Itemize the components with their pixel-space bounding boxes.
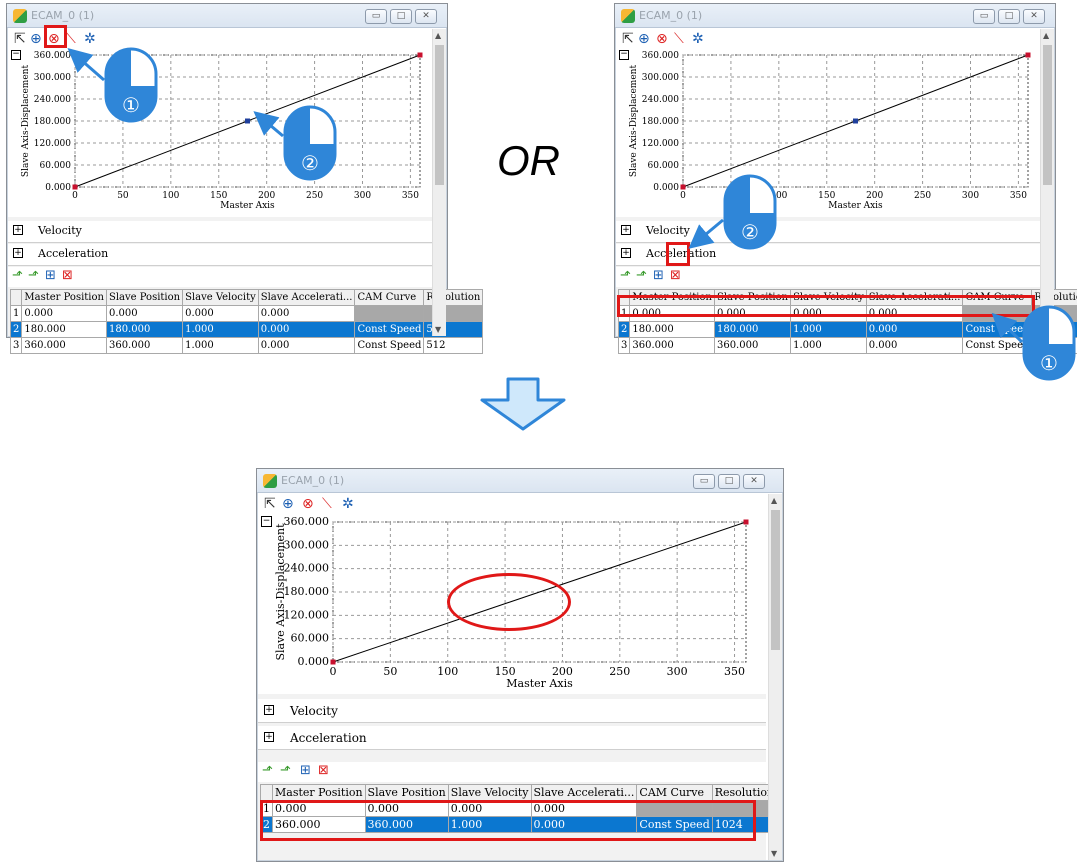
arrow-3 [688, 218, 724, 249]
down-arrow-icon [480, 377, 566, 431]
arrow-2 [253, 111, 284, 138]
pointer-arrows [67, 48, 1024, 344]
arrow-4 [991, 312, 1024, 344]
arrow-1 [67, 48, 105, 82]
